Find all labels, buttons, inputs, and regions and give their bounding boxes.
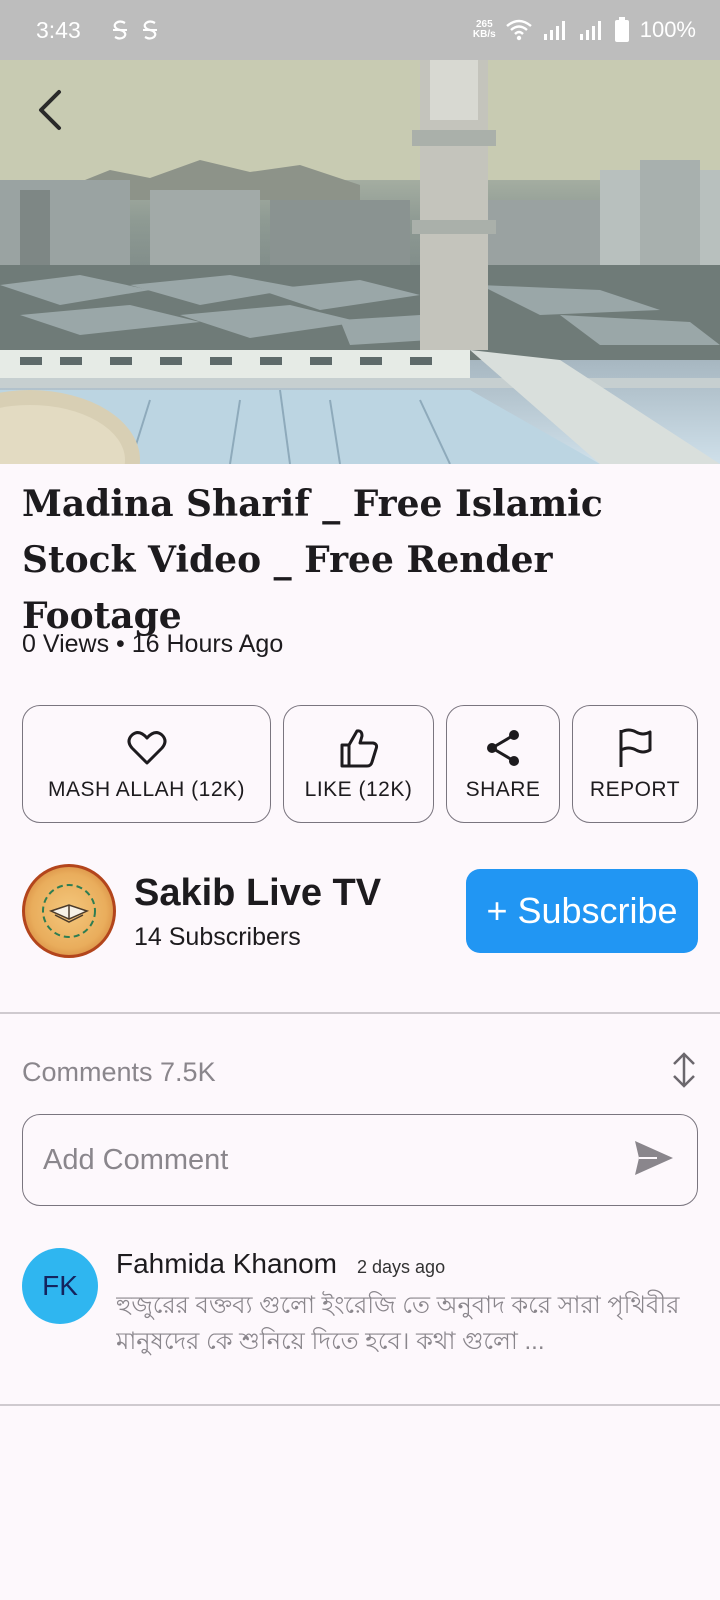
divider <box>0 1404 720 1406</box>
comment-time: 2 days ago <box>357 1257 446 1277</box>
battery-percent: 100% <box>639 17 696 42</box>
channel-avatar[interactable] <box>22 864 116 958</box>
add-comment-field <box>22 1114 698 1206</box>
channel-row: Sakib Live TV 14 Subscribers + Subscribe <box>22 864 698 958</box>
status-bar: 3:43 265 KB/s 100% <box>0 0 720 60</box>
report-label: REPORT <box>589 778 681 801</box>
video-player[interactable] <box>0 60 720 464</box>
like-button[interactable]: LIKE (12K) <box>283 705 434 823</box>
comments-header: Comments 7.5K <box>22 1052 698 1093</box>
comment-body: Fahmida Khanom 2 days ago হুজুরের বক্তব্… <box>116 1248 698 1360</box>
wifi-icon <box>505 19 532 41</box>
book-logo-icon <box>42 884 96 938</box>
share-label: SHARE <box>465 778 541 801</box>
mash-allah-label: MASH ALLAH (12K) <box>47 778 246 801</box>
battery-icon <box>614 17 629 42</box>
chevron-left-icon <box>39 90 61 130</box>
comment-input[interactable] <box>43 1143 633 1177</box>
status-right: 265 KB/s 100% <box>473 17 696 43</box>
comment-text[interactable]: হুজুরের বক্তব্য গুলো ইংরেজি তে অনুবাদ কর… <box>116 1288 698 1360</box>
expand-comments-button[interactable] <box>670 1052 698 1093</box>
notification-icons <box>111 19 159 41</box>
status-time: 3:43 <box>36 16 81 43</box>
mash-allah-button[interactable]: MASH ALLAH (12K) <box>22 705 271 823</box>
channel-name[interactable]: Sakib Live TV <box>134 871 381 915</box>
notification-s-icon <box>112 20 127 40</box>
commenter-avatar[interactable]: FK <box>22 1248 98 1324</box>
signal-icon <box>543 21 565 40</box>
subscribe-button[interactable]: + Subscribe <box>466 869 698 953</box>
comment-author[interactable]: Fahmida Khanom <box>116 1248 337 1280</box>
send-comment-button[interactable] <box>633 1139 675 1182</box>
send-icon <box>635 1140 673 1175</box>
back-button[interactable] <box>28 88 72 132</box>
share-icon <box>487 730 519 766</box>
net-speed: 265 KB/s <box>473 20 496 40</box>
channel-info: Sakib Live TV 14 Subscribers <box>134 871 381 952</box>
video-thumbnail <box>0 60 720 464</box>
notification-s-icon <box>142 20 157 40</box>
heart-icon <box>127 731 166 765</box>
action-row: MASH ALLAH (12K) LIKE (12K) SHARE REPORT <box>22 705 698 823</box>
like-label: LIKE (12K) <box>304 778 413 801</box>
video-meta: 0 Views • 16 Hours Ago <box>22 630 284 658</box>
divider <box>0 1012 720 1014</box>
share-button[interactable]: SHARE <box>446 705 560 823</box>
net-speed-unit: KB/s <box>472 29 496 40</box>
report-button[interactable]: REPORT <box>572 705 698 823</box>
comment-item: FK Fahmida Khanom 2 days ago হুজুরের বক্… <box>22 1248 698 1360</box>
channel-subscribers: 14 Subscribers <box>134 922 301 951</box>
comments-count: Comments 7.5K <box>22 1057 216 1087</box>
signal-icon <box>579 21 601 40</box>
expand-vertical-icon <box>673 1052 695 1088</box>
flag-icon <box>619 728 652 767</box>
video-title: Madina Sharif _ Free Islamic Stock Video… <box>22 483 603 637</box>
thumbs-up-icon <box>340 729 378 768</box>
